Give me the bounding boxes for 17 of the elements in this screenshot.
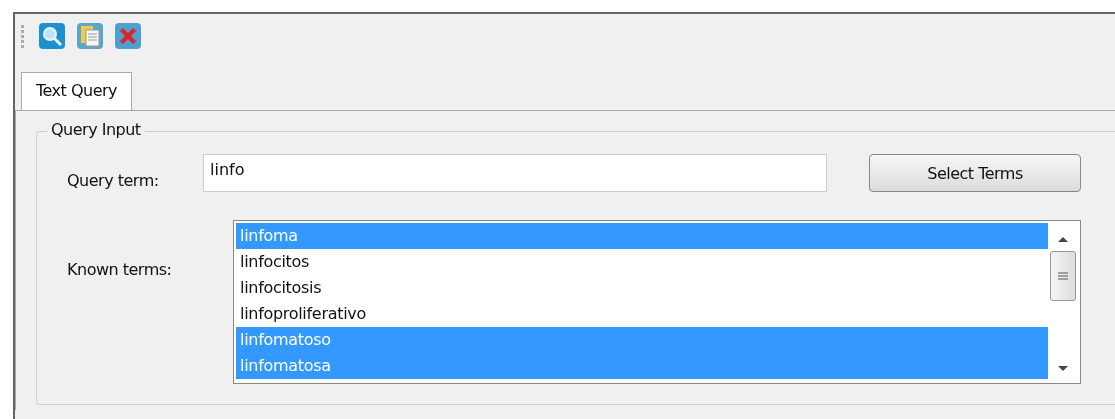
scroll-up-icon[interactable]	[1057, 235, 1069, 243]
tab[interactable]: Text Query	[21, 72, 133, 110]
group-title: Query Input	[47, 120, 145, 139]
known-terms-list[interactable]: linfoma linfocitos linfocitosis linfoproliferativo linfomatoso linfomatosa	[233, 220, 1081, 384]
select-terms-button[interactable]: Select Terms	[869, 154, 1081, 192]
query-term-label: Query term:	[67, 169, 160, 190]
known-terms-label: Known terms:	[67, 259, 173, 281]
toolbar-grip-icon	[21, 23, 25, 49]
scroll-down-icon[interactable]	[1057, 365, 1069, 373]
list-item[interactable]: linfoproliferativo	[236, 301, 1048, 327]
list-item[interactable]: linfocitosis	[236, 275, 1048, 301]
documents-icon[interactable]	[77, 23, 103, 49]
scrollbar-thumb[interactable]	[1050, 251, 1076, 301]
list-item[interactable]: linfocitos	[236, 249, 1048, 275]
query-term-field[interactable]: linfo	[203, 154, 827, 192]
magnifier-icon[interactable]	[39, 23, 65, 49]
close-icon[interactable]	[115, 23, 141, 49]
